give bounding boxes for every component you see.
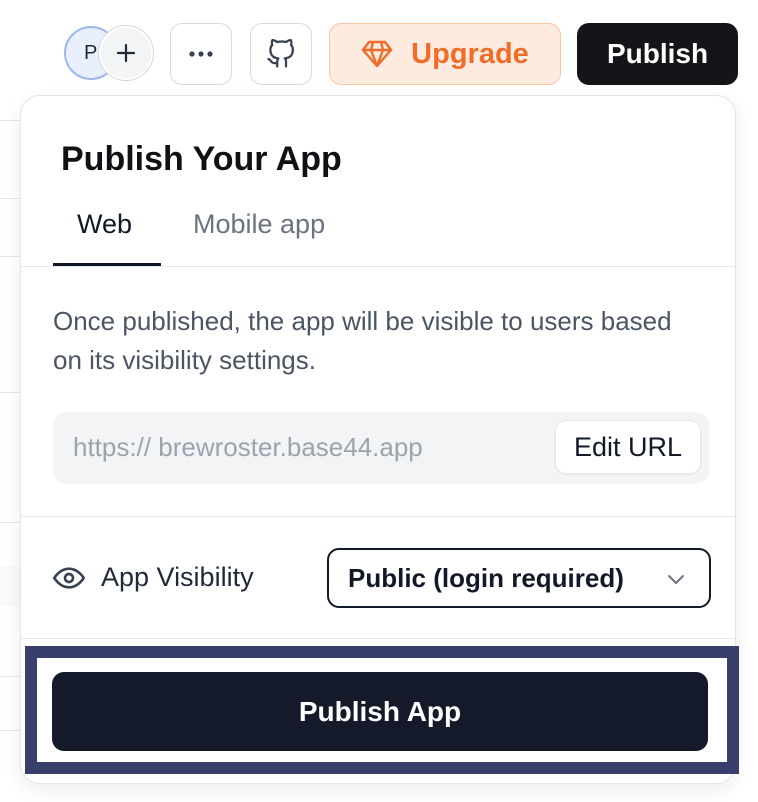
app-page: P Upgrade Publish Publish Your App Web M… [0,0,758,802]
app-visibility-row: App Visibility Public (login required) [53,548,711,608]
more-horizontal-icon [189,51,213,57]
tabs-divider [21,266,735,267]
app-url-field: https:// brewroster.base44.app Edit URL [53,412,709,484]
background-divider [0,198,22,199]
github-button[interactable] [250,23,312,85]
dialog-title: Publish Your App [61,140,342,178]
tab-mobile-app[interactable]: Mobile app [193,209,325,240]
plus-icon [116,43,136,63]
edit-url-button[interactable]: Edit URL [554,420,701,474]
background-divider [0,522,22,523]
background-divider [0,256,22,257]
app-url-text: https:// brewroster.base44.app [73,432,423,462]
background-row [0,566,22,606]
diamond-icon [361,40,393,68]
upgrade-label: Upgrade [411,37,529,70]
chevron-down-icon [668,575,684,584]
add-collaborator-button[interactable] [99,26,153,80]
section-divider [21,516,735,517]
tab-web[interactable]: Web [77,209,132,240]
footer-divider [21,638,735,639]
background-divider [0,676,22,677]
publish-button[interactable]: Publish [577,23,738,85]
github-icon [267,39,294,68]
background-divider [0,120,22,121]
upgrade-button[interactable]: Upgrade [329,23,561,85]
collaborator-stack: P [64,26,156,82]
background-divider [0,730,22,731]
background-divider [0,392,22,393]
visibility-select[interactable]: Public (login required) [327,548,711,608]
eye-icon [53,567,85,589]
more-options-button[interactable] [170,23,232,85]
app-visibility-label: App Visibility [101,562,254,592]
visibility-selected-value: Public (login required) [348,563,624,593]
publish-app-button[interactable]: Publish App [52,672,708,751]
publish-description: Once published, the app will be visible … [53,306,672,375]
